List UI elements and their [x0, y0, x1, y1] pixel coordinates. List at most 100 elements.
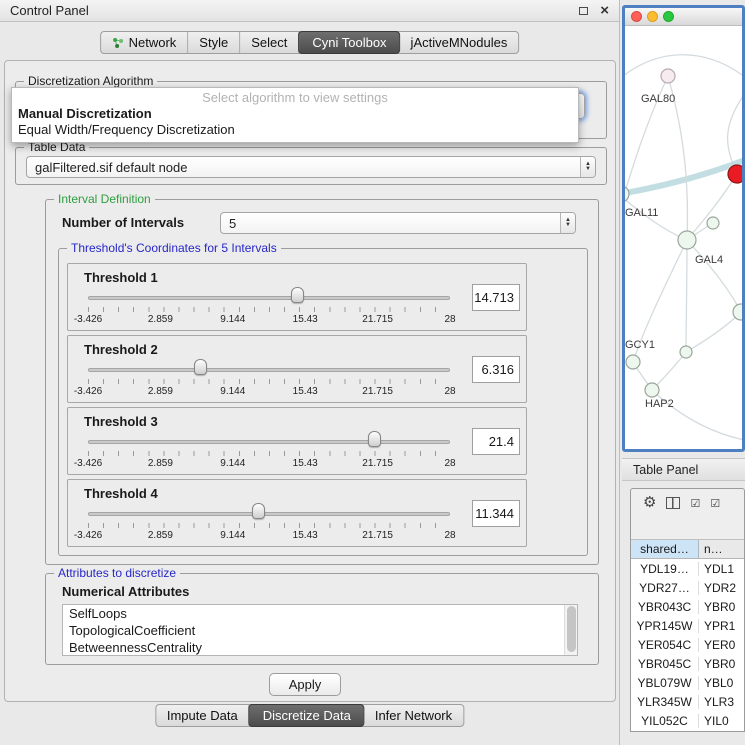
threshold-slider[interactable]: -3.426 2.859 9.144 15.43 21.715 28	[88, 336, 450, 402]
threshold-value-field[interactable]: 14.713	[472, 284, 520, 311]
stepper-icon: ▲▼	[560, 213, 575, 233]
attributes-group: Attributes to discretize Numerical Attri…	[45, 573, 599, 665]
list-item[interactable]: BetweennessCentrality	[63, 639, 577, 656]
table-cell[interactable]: YIL0	[699, 714, 744, 728]
list-scrollbar[interactable]	[564, 605, 577, 655]
tab-network[interactable]: Network	[101, 32, 189, 53]
table-row[interactable]: YER054C YER0	[631, 635, 744, 654]
network-node[interactable]	[680, 346, 692, 358]
table-toolbar: ⚙ ☑ ☑	[631, 489, 744, 517]
tab-jactivemnodules[interactable]: jActiveMNodules	[400, 32, 519, 53]
scale-tick-label: 2.859	[148, 386, 173, 397]
table-cell[interactable]: YBR043C	[631, 600, 699, 614]
threshold-value-field[interactable]: 11.344	[472, 500, 520, 527]
select-column-icon[interactable]: ☑	[710, 497, 720, 510]
slider-track[interactable]	[88, 296, 450, 300]
scale-tick-label: 28	[444, 458, 455, 469]
column-header-shared-name[interactable]: shared…	[631, 540, 699, 558]
table-row[interactable]: YLR345W YLR3	[631, 692, 744, 711]
list-item[interactable]: SelfLoops	[63, 605, 577, 622]
scale-tick-label: 28	[444, 314, 455, 325]
scrollbar-thumb[interactable]	[567, 606, 576, 652]
network-node[interactable]	[645, 383, 659, 397]
algorithm-option-equal-width[interactable]: Equal Width/Frequency Discretization	[12, 122, 578, 138]
list-item[interactable]: TopologicalCoefficient	[63, 622, 577, 639]
table-cell[interactable]: YBR045C	[631, 657, 699, 671]
table-cell[interactable]: YDL19…	[631, 562, 699, 576]
table-row[interactable]: YPR145W YPR1	[631, 616, 744, 635]
slider-handle[interactable]	[252, 503, 265, 519]
table-cell[interactable]: YBL079W	[631, 676, 699, 690]
mac-minimize-icon[interactable]	[647, 11, 658, 22]
control-panel-header: Control Panel ×	[0, 0, 619, 22]
tab-style[interactable]: Style	[188, 32, 240, 53]
column-header-name[interactable]: n…	[699, 540, 744, 558]
columns-icon[interactable]	[666, 497, 680, 509]
network-node-red[interactable]	[728, 165, 742, 183]
table-cell[interactable]: YBR0	[699, 657, 744, 671]
algorithm-option-manual[interactable]: Manual Discretization	[12, 106, 578, 122]
threshold-value-field[interactable]: 6.316	[472, 356, 520, 383]
table-cell[interactable]: YDR27…	[631, 581, 699, 595]
table-cell[interactable]: YLR3	[699, 695, 744, 709]
tab-cyni-toolbox[interactable]: Cyni Toolbox	[298, 31, 400, 54]
table-cell[interactable]: YPR1	[699, 619, 744, 633]
tab-discretize-data-label: Discretize Data	[263, 708, 351, 723]
slider-handle[interactable]	[368, 431, 381, 447]
network-node[interactable]	[678, 231, 696, 249]
gear-icon[interactable]: ⚙	[643, 495, 656, 511]
mac-zoom-icon[interactable]	[663, 11, 674, 22]
network-canvas[interactable]: GAL80 GAL11 GAL4 GCY1 HAP2	[625, 26, 742, 449]
table-cell[interactable]: YER0	[699, 638, 744, 652]
slider-track[interactable]	[88, 512, 450, 516]
table-row[interactable]: YBL079W YBL0	[631, 673, 744, 692]
numerical-attributes-label: Numerical Attributes	[62, 584, 189, 599]
slider-track[interactable]	[88, 440, 450, 444]
tab-discretize-data[interactable]: Discretize Data	[249, 704, 365, 727]
table-cell[interactable]: YBL0	[699, 676, 744, 690]
algorithm-dropdown-popup: Select algorithm to view settings Manual…	[11, 87, 579, 143]
tab-impute-data[interactable]: Impute Data	[156, 705, 250, 726]
network-node[interactable]	[707, 217, 719, 229]
network-node[interactable]	[661, 69, 675, 83]
network-edge	[625, 55, 742, 81]
table-cell[interactable]: YDR2	[699, 581, 744, 595]
close-icon[interactable]: ×	[600, 4, 609, 18]
scale-tick-label: 9.144	[220, 386, 245, 397]
table-cell[interactable]: YIL052C	[631, 714, 699, 728]
interval-definition-group-title: Interval Definition	[54, 192, 155, 206]
threshold-row: Threshold 4 -3.426 2.859 9.144 15.43 21.…	[67, 479, 527, 547]
number-of-intervals-combobox[interactable]: 5 ▲▼	[220, 212, 576, 234]
table-cell[interactable]: YPR145W	[631, 619, 699, 633]
node-label: GAL4	[695, 254, 723, 266]
table-row[interactable]: YDR27… YDR2	[631, 578, 744, 597]
network-node[interactable]	[625, 186, 629, 202]
table-row[interactable]: YBR043C YBR0	[631, 597, 744, 616]
table-row[interactable]: YBR045C YBR0	[631, 654, 744, 673]
slider-handle[interactable]	[291, 287, 304, 303]
table-cell[interactable]: YLR345W	[631, 695, 699, 709]
slider-track[interactable]	[88, 368, 450, 372]
table-row[interactable]: YDL19… YDL1	[631, 559, 744, 578]
interval-definition-group: Interval Definition Number of Intervals …	[45, 199, 599, 565]
float-window-icon[interactable]	[579, 7, 588, 15]
threshold-slider[interactable]: -3.426 2.859 9.144 15.43 21.715 28	[88, 408, 450, 474]
tab-style-label: Style	[199, 35, 228, 50]
threshold-slider[interactable]: -3.426 2.859 9.144 15.43 21.715 28	[88, 480, 450, 546]
slider-handle[interactable]	[194, 359, 207, 375]
table-row[interactable]: YIL052C YIL0	[631, 711, 744, 730]
threshold-slider[interactable]: -3.426 2.859 9.144 15.43 21.715 28	[88, 264, 450, 330]
tab-select[interactable]: Select	[240, 32, 299, 53]
apply-button[interactable]: Apply	[269, 673, 341, 696]
threshold-value-field[interactable]: 21.4	[472, 428, 520, 455]
mac-close-icon[interactable]	[631, 11, 642, 22]
table-data-combobox[interactable]: galFiltered.sif default node ▲▼	[26, 156, 596, 178]
table-cell[interactable]: YDL1	[699, 562, 744, 576]
network-node[interactable]	[626, 355, 640, 369]
network-window-titlebar	[625, 8, 742, 26]
tab-infer-network[interactable]: Infer Network	[364, 705, 463, 726]
table-header-row: shared… n…	[631, 539, 744, 559]
table-cell[interactable]: YER054C	[631, 638, 699, 652]
table-cell[interactable]: YBR0	[699, 600, 744, 614]
select-all-icon[interactable]: ☑	[690, 497, 700, 510]
